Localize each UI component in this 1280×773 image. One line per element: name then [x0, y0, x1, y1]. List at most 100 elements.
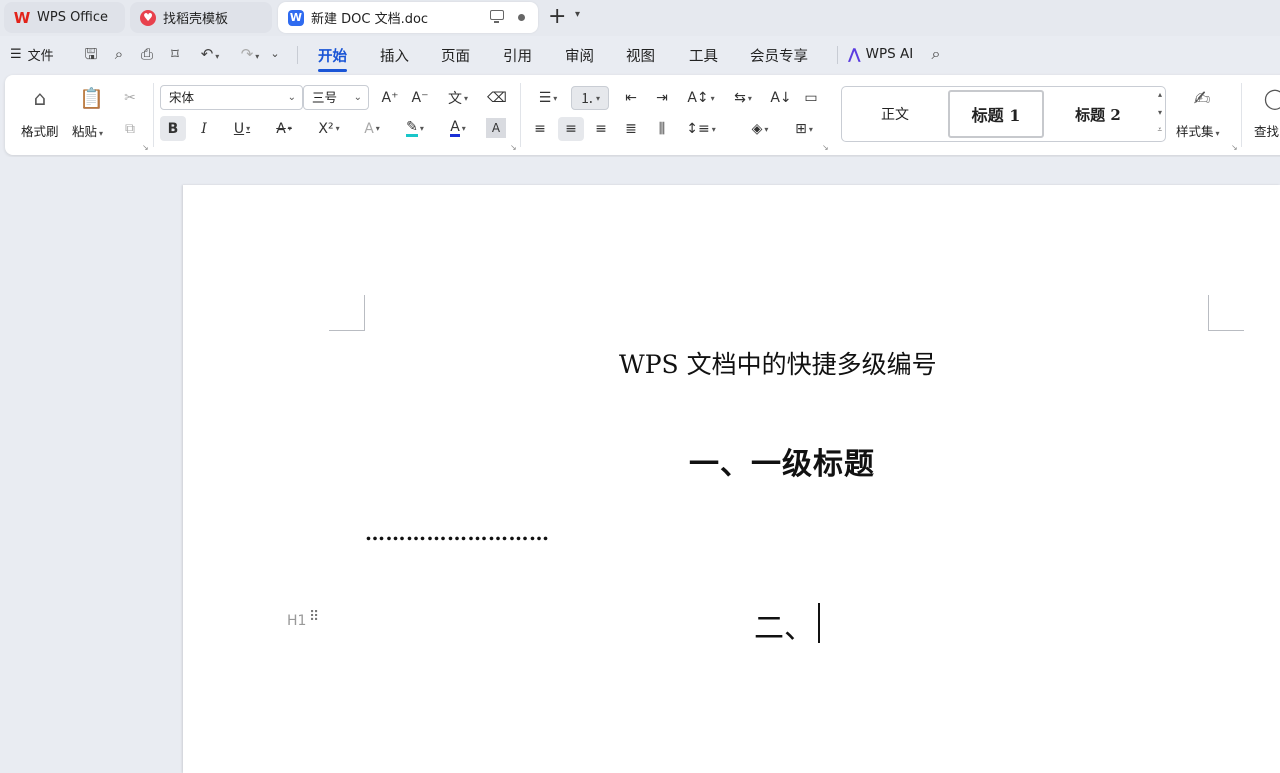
clear-format-icon[interactable]: ⌫: [486, 87, 508, 109]
drag-handle-icon[interactable]: ⠿: [309, 610, 319, 624]
document-title[interactable]: WPS 文档中的快捷多级编号: [619, 345, 937, 381]
style-set-icon[interactable]: ✍: [1190, 86, 1214, 110]
style-gallery: 正文 标题 1 标题 2 ▴ ▾ ⩡: [841, 86, 1166, 142]
unsaved-dot-icon[interactable]: [518, 14, 525, 21]
ellipsis-paragraph[interactable]: ………………………: [365, 521, 550, 545]
shading-icon[interactable]: ◈ ▾: [743, 117, 777, 141]
search-icon[interactable]: ⌕: [927, 45, 945, 63]
margin-mark-top-left: [329, 295, 365, 331]
heading-level-1-second[interactable]: 二、: [754, 603, 814, 647]
dialog-launcher-icon[interactable]: ↘: [510, 143, 517, 152]
style-heading-2[interactable]: 标题 2: [1048, 90, 1148, 138]
tab-references[interactable]: 引用: [503, 45, 532, 66]
chevron-down-icon: ⌄: [353, 92, 362, 103]
align-left-icon[interactable]: ≡: [529, 117, 551, 141]
find-button[interactable]: 查找: [1254, 121, 1279, 140]
bullets-icon[interactable]: ☰ ▾: [532, 86, 564, 110]
format-brush-icon[interactable]: ⌕: [110, 45, 128, 63]
print-icon[interactable]: ⎙: [138, 45, 156, 63]
copy-icon[interactable]: ⧉: [120, 119, 140, 139]
dialog-launcher-icon[interactable]: ↘: [142, 143, 149, 152]
italic-icon[interactable]: I: [192, 116, 216, 141]
paste-button[interactable]: 粘贴 ▾: [72, 121, 103, 140]
phonetic-guide-icon[interactable]: 文 ▾: [442, 87, 474, 109]
new-tab-plus-icon[interactable]: +: [548, 4, 566, 30]
tab-review[interactable]: 审阅: [565, 45, 594, 66]
chevron-down-icon: ⌄: [287, 92, 296, 103]
tab-view[interactable]: 视图: [626, 45, 655, 66]
increase-indent-icon[interactable]: ⇥: [651, 86, 673, 110]
divider: [153, 83, 154, 147]
menu-row: ☰ 文件 🖫 ⌕ ⎙ ⌑ ↶ ▾ ↷ ▾ ⌄ 开始 插入 页面 引用 审阅 视图 工…: [0, 36, 1280, 74]
tab-insert[interactable]: 插入: [380, 45, 409, 66]
superscript-icon[interactable]: X² ▾: [312, 116, 346, 141]
tab-wps-office[interactable]: W WPS Office: [4, 2, 125, 33]
wps-ai-icon: ⋀: [848, 45, 861, 63]
scroll-down-icon[interactable]: ▾: [1158, 108, 1162, 117]
justify-icon[interactable]: ≣: [620, 117, 642, 141]
find-icon[interactable]: ◯: [1263, 86, 1280, 110]
text-direction-icon[interactable]: A↕ ▾: [684, 86, 718, 110]
decrease-font-icon[interactable]: A⁻: [409, 87, 431, 109]
heading-level-1[interactable]: 一、一级标题: [689, 439, 875, 483]
sort-icon[interactable]: A↓: [770, 86, 792, 110]
increase-font-icon[interactable]: A⁺: [379, 87, 401, 109]
save-icon[interactable]: 🖫: [82, 45, 100, 63]
print-preview-icon[interactable]: ⌑: [166, 45, 184, 63]
style-heading-1[interactable]: 标题 1: [948, 90, 1044, 138]
style-normal[interactable]: 正文: [845, 90, 945, 138]
strikethrough-icon[interactable]: A ▾: [268, 116, 300, 141]
tab-label: 找稻壳模板: [163, 12, 229, 27]
numbering-icon[interactable]: ⒈ ▾: [571, 86, 609, 110]
tab-tools[interactable]: 工具: [689, 45, 718, 66]
format-painter-icon[interactable]: ⌂: [28, 86, 52, 110]
dialog-launcher-icon[interactable]: ↘: [1231, 143, 1238, 152]
expand-gallery-icon[interactable]: ⩡: [1157, 125, 1162, 135]
wps-ai-button[interactable]: ⋀ WPS AI: [848, 45, 913, 63]
file-menu-button[interactable]: ☰ 文件: [10, 45, 54, 64]
paste-icon[interactable]: 📋: [79, 86, 104, 110]
monitor-icon[interactable]: [490, 10, 504, 23]
margin-mark-top-right: [1208, 295, 1244, 331]
undo-icon[interactable]: ↶ ▾: [196, 45, 224, 63]
customize-quick-access-chevron-icon[interactable]: ⌄: [266, 45, 284, 63]
font-name-select[interactable]: 宋体 ⌄: [160, 85, 303, 110]
heading-level-marker[interactable]: H1: [287, 613, 306, 629]
divider: [297, 46, 298, 64]
divider: [520, 83, 521, 147]
style-set-button[interactable]: 样式集 ▾: [1176, 121, 1220, 140]
tab-member[interactable]: 会员专享: [750, 45, 808, 66]
character-shading-icon[interactable]: A: [486, 118, 506, 138]
redo-icon[interactable]: ↷ ▾: [236, 45, 264, 63]
align-center-icon[interactable]: ≡: [558, 117, 584, 141]
text-effect-icon[interactable]: A ▾: [356, 116, 388, 141]
tab-home[interactable]: 开始: [318, 45, 347, 72]
format-painter-label[interactable]: 格式刷: [21, 121, 59, 140]
line-spacing-icon[interactable]: ↕≡ ▾: [684, 117, 718, 141]
font-size-select[interactable]: 三号 ⌄: [303, 85, 369, 110]
hamburger-icon: ☰: [10, 47, 22, 62]
highlight-color-icon[interactable]: ✎ ▾: [398, 116, 432, 141]
ribbon-home: ⌂ 格式刷 📋 粘贴 ▾ ✂ ⧉ ↘ 宋体 ⌄ 三号 ⌄ A⁺ A⁻ 文 ▾ ⌫ B…: [5, 75, 1280, 155]
writer-doc-icon: W: [288, 9, 304, 26]
wps-logo-icon: W: [13, 8, 31, 27]
font-color-icon[interactable]: A ▾: [442, 116, 474, 141]
tab-page[interactable]: 页面: [441, 45, 470, 66]
show-marks-icon[interactable]: ▭: [800, 86, 822, 110]
dialog-launcher-icon[interactable]: ↘: [822, 143, 829, 152]
font-size-value: 三号: [312, 90, 338, 105]
chinese-layout-icon[interactable]: ⇆ ▾: [727, 86, 759, 110]
cut-icon[interactable]: ✂: [120, 88, 140, 108]
scroll-up-icon[interactable]: ▴: [1158, 90, 1162, 99]
tab-current-document[interactable]: W 新建 DOC 文档.doc: [278, 2, 538, 33]
borders-icon[interactable]: ⊞ ▾: [787, 117, 821, 141]
tab-docer-templates[interactable]: ♥ 找稻壳模板: [130, 2, 272, 33]
bold-icon[interactable]: B: [160, 116, 186, 141]
underline-icon[interactable]: U ▾: [226, 116, 258, 141]
align-right-icon[interactable]: ≡: [590, 117, 612, 141]
document-page[interactable]: WPS 文档中的快捷多级编号 一、一级标题 ……………………… H1 ⠿ 二、: [183, 185, 1280, 773]
distribute-icon[interactable]: ⫼: [651, 117, 673, 141]
file-menu-label: 文件: [27, 49, 54, 64]
tab-list-chevron-icon[interactable]: ▾: [575, 9, 580, 20]
decrease-indent-icon[interactable]: ⇤: [620, 86, 642, 110]
